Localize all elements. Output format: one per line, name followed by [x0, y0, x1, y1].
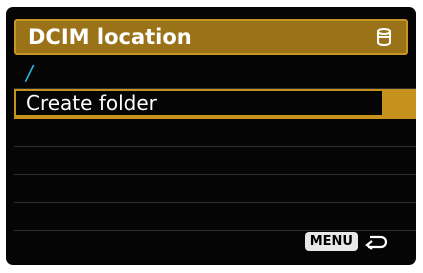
- current-path: /: [26, 61, 33, 85]
- empty-row: [14, 147, 416, 175]
- return-arrow-icon[interactable]: [364, 234, 388, 250]
- empty-row: [14, 119, 416, 147]
- page-title: DCIM location: [28, 25, 192, 49]
- folder-list: / Create folder: [14, 59, 416, 231]
- create-folder-item[interactable]: Create folder: [14, 89, 416, 119]
- empty-row: [14, 203, 416, 231]
- footer: MENU: [304, 232, 388, 251]
- camera-screen: DCIM location / Create folder MENU: [6, 7, 416, 265]
- create-folder-label: Create folder: [26, 91, 157, 115]
- menu-button[interactable]: MENU: [304, 232, 358, 251]
- current-path-row: /: [14, 59, 416, 89]
- create-folder-highlight: Create folder: [16, 91, 382, 115]
- title-bar: DCIM location: [14, 19, 408, 55]
- empty-row: [14, 175, 416, 203]
- card-icon: [377, 28, 391, 46]
